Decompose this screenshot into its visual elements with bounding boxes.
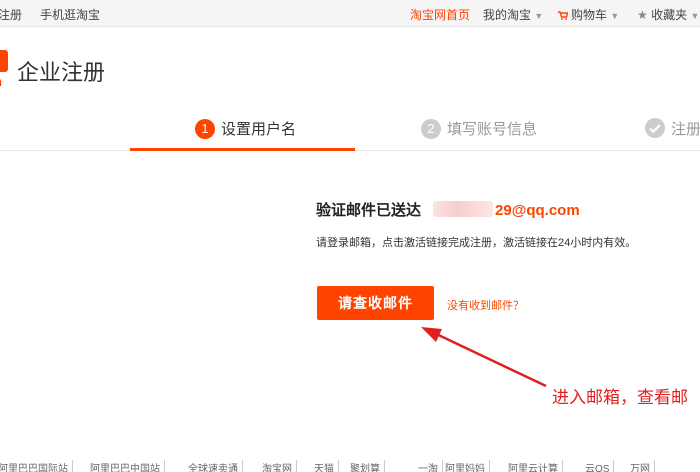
footer-link[interactable]: 阿里巴巴中国站: [90, 460, 165, 472]
footer-link[interactable]: 全球速卖通: [188, 460, 243, 472]
footer-link[interactable]: 淘宝网: [262, 460, 297, 472]
footer-link[interactable]: 云OS: [585, 460, 615, 472]
annotation-text: 进入邮箱，查看邮: [552, 388, 688, 407]
footer-link[interactable]: 万网: [630, 460, 655, 472]
footer-link[interactable]: 阿里妈妈: [445, 460, 490, 472]
footer-link[interactable]: 聚划算: [350, 460, 385, 472]
footer-link[interactable]: 阿里巴巴国际站: [0, 460, 73, 472]
footer-link[interactable]: 阿里云计算: [508, 460, 563, 472]
footer-links: 阿里巴巴国际站 阿里巴巴中国站 全球速卖通 淘宝网 天猫 聚划算 一淘 阿里妈妈…: [0, 460, 700, 472]
footer-link[interactable]: 一淘: [418, 460, 443, 472]
footer-link[interactable]: 天猫: [314, 460, 339, 472]
